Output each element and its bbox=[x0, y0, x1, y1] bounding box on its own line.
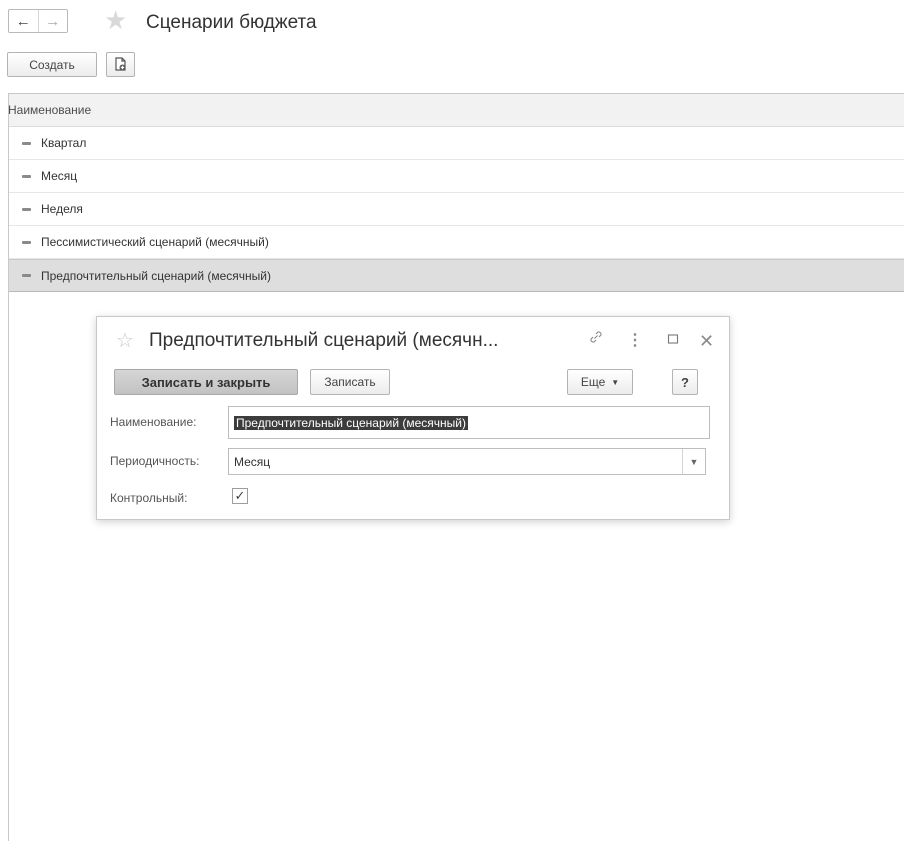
list-item-label: Пессимистический сценарий (месячный) bbox=[41, 235, 269, 249]
save-and-close-button[interactable]: Записать и закрыть bbox=[114, 369, 298, 395]
list-item-label: Квартал bbox=[41, 136, 87, 150]
save-button[interactable]: Записать bbox=[310, 369, 390, 395]
dialog-title: Предпочтительный сценарий (месячн... bbox=[149, 330, 499, 351]
arrow-right-icon: → bbox=[45, 12, 61, 30]
forward-button[interactable]: → bbox=[37, 10, 68, 32]
list-item[interactable]: Месяц bbox=[9, 160, 904, 193]
control-label: Контрольный: bbox=[110, 491, 188, 505]
link-icon[interactable] bbox=[588, 329, 604, 353]
maximize-icon[interactable] bbox=[667, 329, 679, 353]
dropdown-arrow-icon[interactable]: ▼ bbox=[682, 449, 705, 474]
list-item-label: Месяц bbox=[41, 169, 78, 183]
item-marker-icon bbox=[22, 141, 31, 145]
scenario-edit-dialog: ☆ Предпочтительный сценарий (месячн... ⋮… bbox=[96, 316, 730, 520]
back-button[interactable]: ← bbox=[9, 10, 38, 32]
list-item-label: Предпочтительный сценарий (месячный) bbox=[41, 268, 271, 283]
name-field-value: Предпочтительный сценарий (месячный) bbox=[234, 415, 468, 430]
arrow-left-icon: ← bbox=[15, 12, 31, 30]
periodicity-label: Периодичность: bbox=[110, 454, 200, 468]
list-item[interactable]: Пессимистический сценарий (месячный) bbox=[9, 226, 904, 259]
name-label: Наименование: bbox=[110, 415, 197, 429]
copy-document-icon bbox=[115, 57, 126, 71]
list-item-label: Неделя bbox=[41, 202, 83, 216]
periodicity-value: Месяц bbox=[234, 454, 271, 469]
item-marker-icon bbox=[22, 174, 31, 178]
navigation-buttons: ← → bbox=[8, 9, 68, 33]
name-field[interactable]: Предпочтительный сценарий (месячный) bbox=[228, 406, 710, 439]
star-icon[interactable]: ☆ bbox=[116, 329, 134, 353]
chevron-down-icon: ▼ bbox=[611, 377, 620, 387]
item-marker-icon bbox=[22, 240, 31, 244]
periodicity-select[interactable]: Месяц ▼ bbox=[228, 448, 706, 475]
help-button[interactable]: ? bbox=[672, 369, 698, 395]
checkmark-icon: ✓ bbox=[234, 488, 246, 503]
more-actions-button[interactable]: Еще ▼ bbox=[567, 369, 633, 395]
copy-button[interactable] bbox=[106, 52, 135, 77]
item-marker-icon bbox=[22, 274, 31, 277]
item-marker-icon bbox=[22, 207, 31, 211]
more-vertical-icon[interactable]: ⋮ bbox=[627, 329, 643, 353]
column-header-name[interactable]: Наименование bbox=[8, 94, 904, 127]
more-actions-label: Еще bbox=[580, 375, 606, 389]
list-item[interactable]: Квартал bbox=[9, 127, 904, 160]
list-item[interactable]: Неделя bbox=[9, 193, 904, 226]
list-item-selected[interactable]: Предпочтительный сценарий (месячный) bbox=[9, 259, 904, 292]
control-checkbox[interactable]: ✓ bbox=[232, 488, 248, 504]
page-title: Сценарии бюджета bbox=[146, 12, 317, 33]
create-button[interactable]: Создать bbox=[7, 52, 97, 77]
close-icon[interactable]: ✕ bbox=[699, 329, 714, 353]
star-icon[interactable]: ★ bbox=[104, 5, 127, 35]
column-header-label: Наименование bbox=[8, 103, 92, 117]
